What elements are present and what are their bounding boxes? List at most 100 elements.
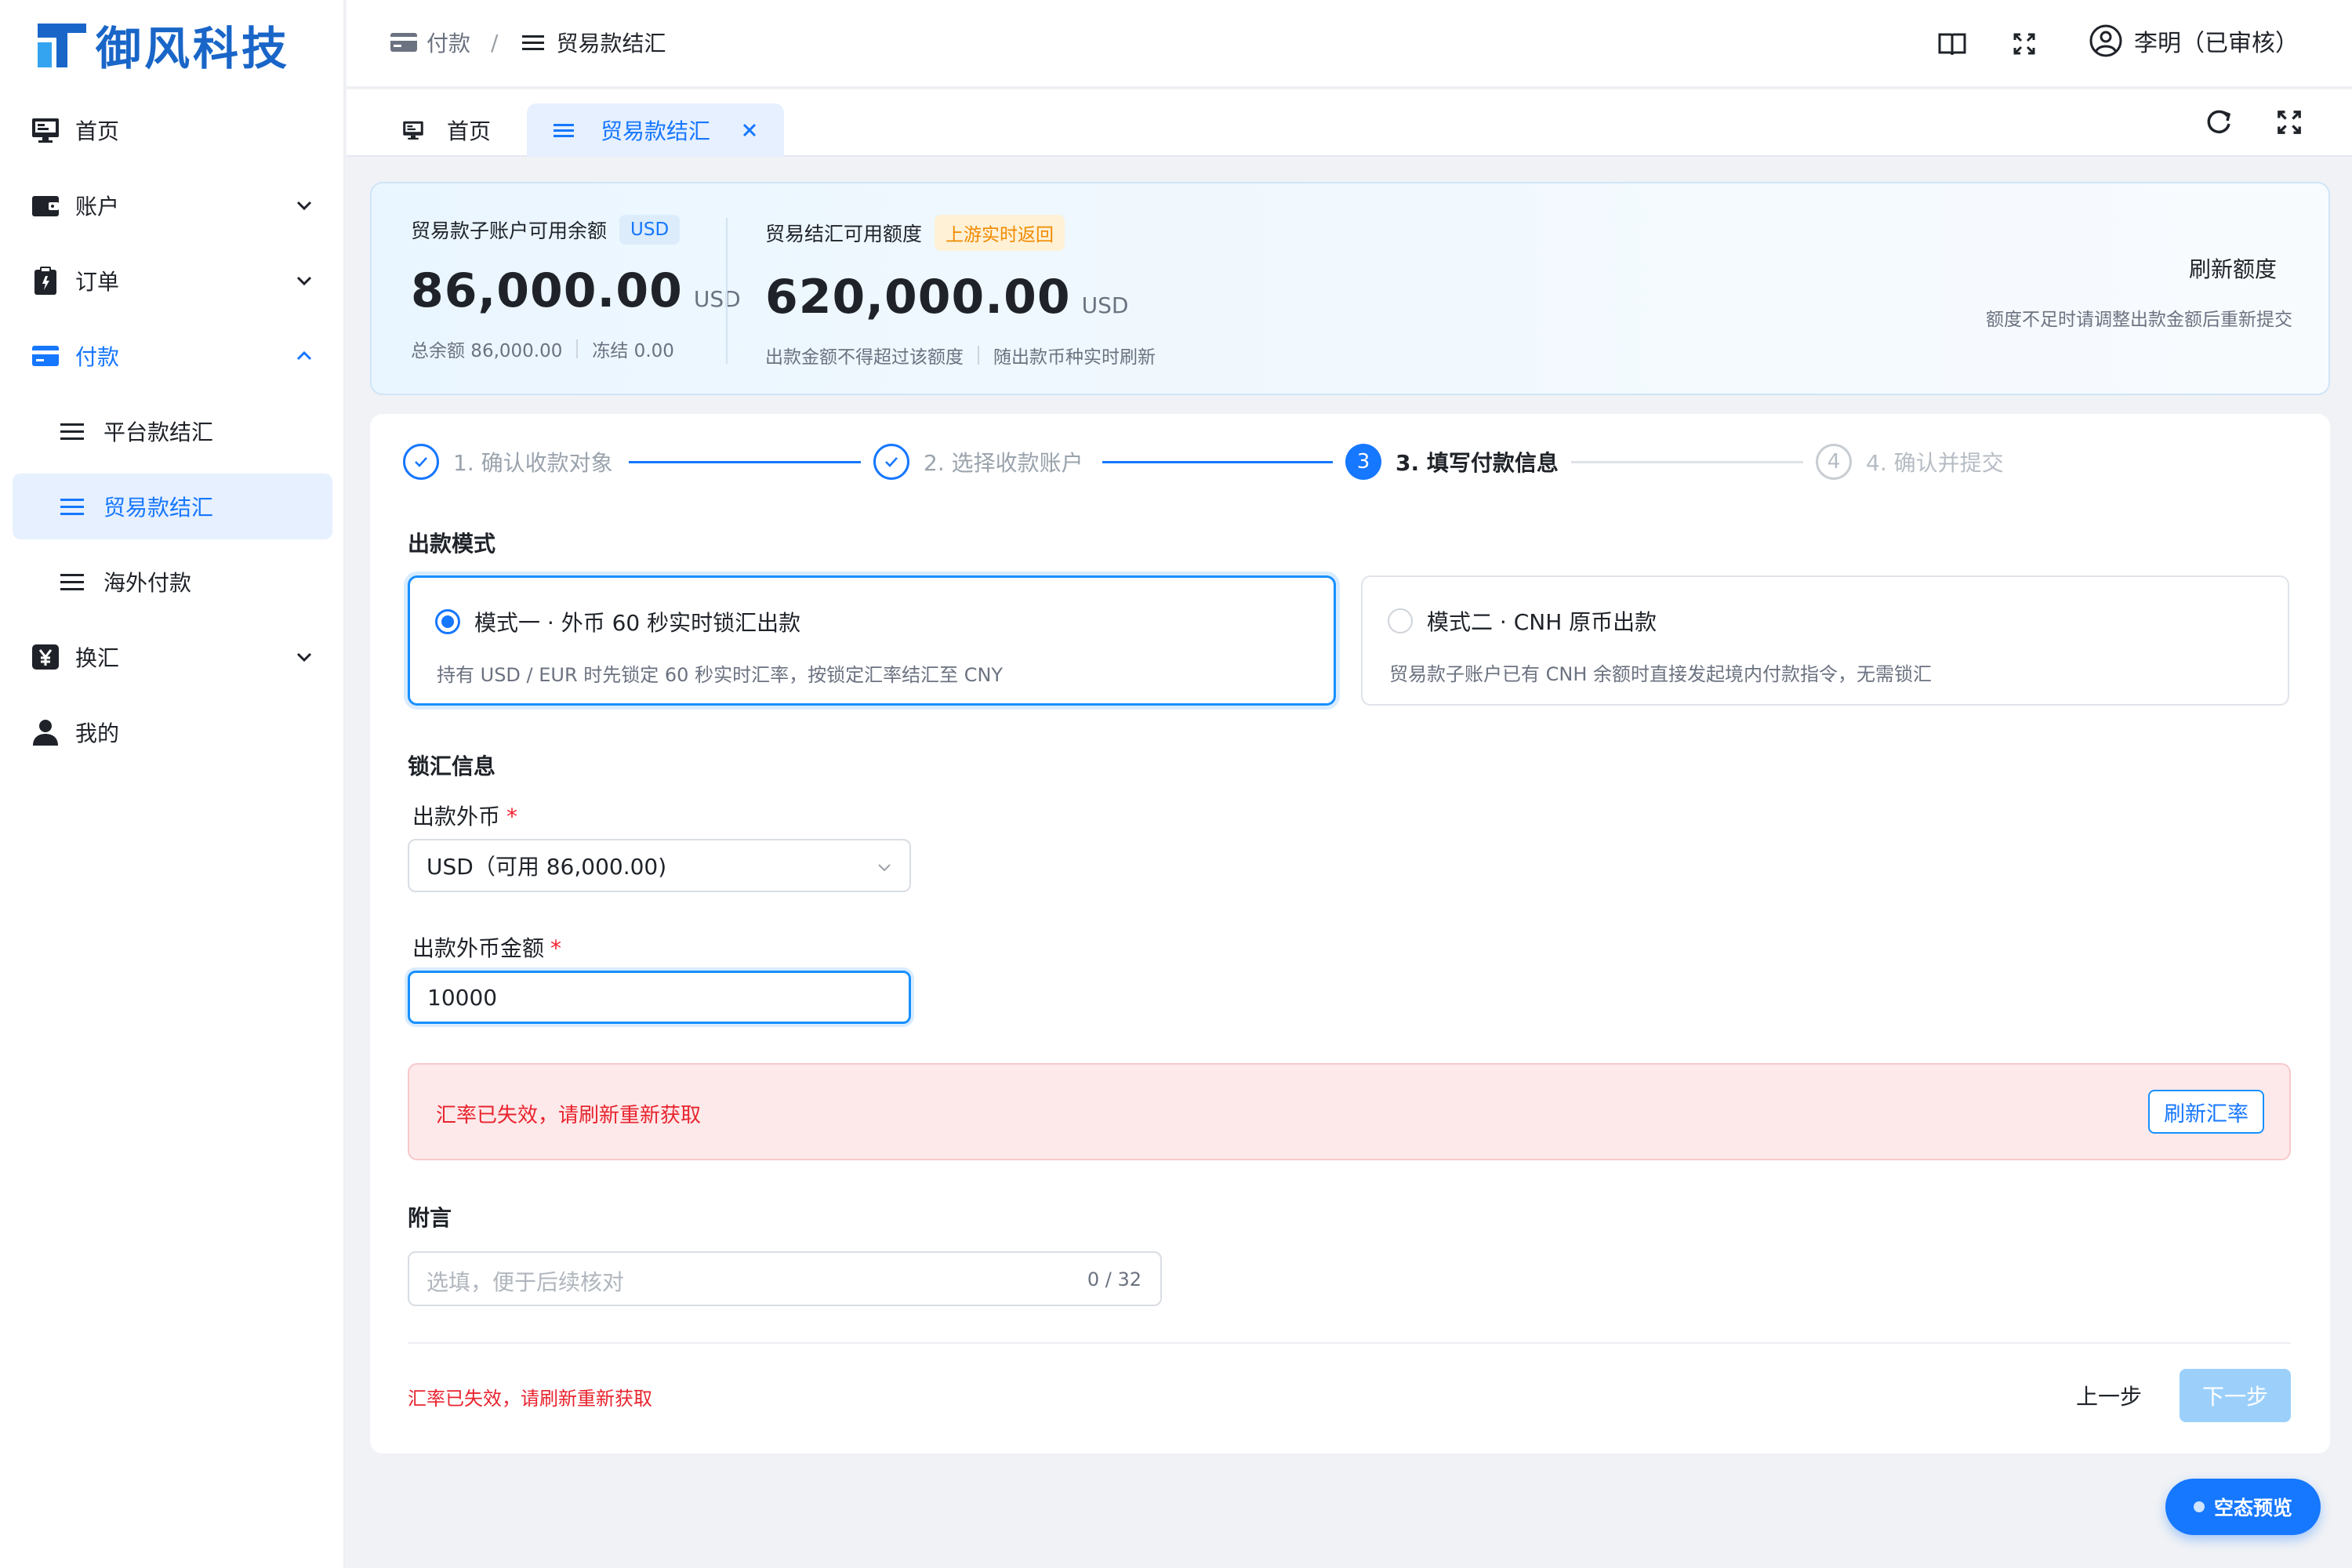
user-name: 李明（已审核） (2134, 30, 2299, 57)
menu-lines-icon (522, 35, 545, 50)
chevron-down-icon (878, 864, 891, 872)
amount-field-label: 出款外币金额 * (412, 931, 561, 963)
fullscreen-icon[interactable] (2272, 105, 2307, 140)
mode-title: 模式一 · 外币 60 秒实时锁汇出款 (474, 610, 801, 636)
sub-account-currency: USD (693, 286, 741, 312)
chevron-down-icon (296, 201, 312, 211)
quota-label-row: 贸易结汇可用额度 上游实时返回 (765, 215, 1156, 251)
radio-unchecked[interactable] (1388, 608, 1413, 633)
sidebar-item-platform-settlement[interactable]: 平台款结汇 (13, 398, 332, 464)
sidebar-item-overseas-payment[interactable]: 海外付款 (13, 549, 332, 615)
sidebar-item-mine[interactable]: 我的 (13, 699, 332, 765)
remark-input[interactable]: 选填，便于后续核对 0 / 32 (408, 1251, 1162, 1306)
field-label-text: 出款外币 (412, 804, 501, 829)
settlement-quota: 贸易结汇可用额度 上游实时返回 620,000.00 USD 出款金额不得超过该… (765, 215, 1156, 368)
step-connector (1102, 461, 1333, 463)
mode-option-fx-lock[interactable]: 模式一 · 外币 60 秒实时锁汇出款 持有 USD / EUR 时先锁定 60… (408, 575, 1336, 706)
close-icon[interactable] (739, 119, 760, 141)
amount-input-value: 10000 (427, 984, 498, 1011)
divider (576, 339, 579, 358)
brand-logo[interactable]: 御风科技 (36, 17, 290, 75)
step-label: 3. 填写付款信息 (1396, 450, 1559, 476)
credit-card-icon (390, 33, 417, 52)
total-balance: 总余额 86,000.00 (411, 341, 563, 361)
logo-mark-icon (38, 24, 86, 67)
sub-account-amount: 86,000.00 (411, 263, 683, 318)
divider (978, 346, 979, 365)
fullscreen-icon[interactable] (2009, 28, 2040, 60)
user-menu[interactable]: 李明（已审核） (2089, 24, 2299, 58)
next-step-button[interactable]: 下一步 (2180, 1369, 2291, 1422)
sidebar-item-trade-settlement[interactable]: 贸易款结汇 (13, 474, 332, 539)
alert-message: 汇率已失效，请刷新重新获取 (436, 1104, 702, 1127)
empty-state-preview-button[interactable]: 空态预览 (2165, 1479, 2321, 1535)
currency-badge: USD (619, 215, 681, 245)
sidebar-item-label: 平台款结汇 (103, 419, 214, 445)
tab-trade-settlement[interactable]: 贸易款结汇 (527, 103, 784, 157)
payout-mode-title: 出款模式 (408, 531, 496, 557)
tab-home[interactable]: 首页 (401, 103, 491, 157)
lock-info-title: 锁汇信息 (408, 753, 496, 779)
sidebar-item-account[interactable]: 账户 (13, 172, 332, 238)
mode-option-cnh[interactable]: 模式二 · CNH 原币出款 贸易款子账户已有 CNH 余额时直接发起境内付款指… (1361, 575, 2289, 706)
sidebar-item-label: 贸易款结汇 (103, 495, 214, 521)
quota-note: 出款金额不得超过该额度 (765, 347, 964, 368)
top-header: 付款 / 贸易款结汇 李明（已审核） (347, 0, 2352, 88)
breadcrumb-separator: / (491, 29, 499, 56)
breadcrumb-item-current: 贸易款结汇 (556, 31, 666, 56)
wallet-icon (32, 196, 59, 216)
sidebar-item-label: 海外付款 (103, 570, 192, 596)
sidebar-item-label: 换汇 (75, 645, 120, 671)
step-3: 3 3. 填写付款信息 (1345, 442, 1559, 481)
amount-input[interactable]: 10000 (408, 971, 911, 1024)
realtime-badge: 上游实时返回 (935, 215, 1065, 251)
previous-step-button[interactable]: 上一步 (2076, 1380, 2142, 1411)
currency-select-value: USD（可用 86,000.00) (426, 854, 667, 880)
tab-bar: 首页 贸易款结汇 (347, 89, 2352, 157)
sidebar-item-orders[interactable]: 订单 (13, 248, 332, 314)
sidebar-item-label: 付款 (75, 344, 120, 370)
required-mark: * (506, 804, 518, 829)
quota-amount-row: 620,000.00 USD (765, 270, 1156, 325)
sidebar-item-home[interactable]: 首页 (13, 97, 332, 163)
dot-icon (2193, 1501, 2205, 1512)
menu-lines-icon (60, 499, 84, 515)
breadcrumb-item-payment[interactable]: 付款 (426, 27, 470, 58)
sidebar-item-label: 订单 (75, 269, 120, 295)
step-number: 3 (1345, 444, 1381, 480)
step-label: 1. 确认收款对象 (453, 450, 613, 476)
field-label-text: 出款外币金额 (412, 935, 545, 961)
radio-checked[interactable] (435, 609, 460, 634)
sidebar-item-exchange[interactable]: 换汇 (13, 624, 332, 690)
mode-title: 模式二 · CNH 原币出款 (1427, 609, 1657, 635)
footer-error-message: 汇率已失效，请刷新重新获取 (408, 1388, 652, 1410)
refresh-quota-button[interactable]: 刷新额度 (2189, 252, 2277, 284)
step-label: 2. 选择收款账户 (924, 450, 1083, 476)
required-mark: * (550, 935, 562, 961)
mode-description: 贸易款子账户已有 CNH 余额时直接发起境内付款指令，无需锁汇 (1389, 663, 1933, 685)
breadcrumb: 付款 / 贸易款结汇 (389, 27, 666, 58)
clipboard-icon (34, 267, 56, 295)
sub-account-details: 总余额 86,000.00 冻结 0.00 (411, 336, 741, 362)
check-icon (403, 444, 439, 480)
chevron-down-icon (296, 652, 312, 662)
step-connector (629, 461, 861, 463)
payment-form-card: 1. 确认收款对象 2. 选择收款账户 3 3. 填写付款信息 4 4. 确认并… (370, 414, 2330, 1454)
quota-note: 随出款币种实时刷新 (993, 347, 1156, 368)
desktop-icon (403, 121, 423, 140)
sidebar-item-label: 首页 (75, 118, 120, 144)
chevron-up-icon (296, 350, 312, 361)
refresh-rate-button[interactable]: 刷新汇率 (2148, 1090, 2264, 1134)
step-connector (1571, 461, 1803, 463)
frozen-balance: 冻结 0.00 (592, 341, 674, 361)
refresh-icon[interactable] (2201, 105, 2236, 140)
currency-field-label: 出款外币 * (412, 800, 517, 831)
menu-lines-icon (60, 574, 84, 590)
balance-panel: 贸易款子账户可用余额 USD 86,000.00 USD 总余额 86,000.… (370, 182, 2330, 395)
step-1: 1. 确认收款对象 (403, 442, 613, 481)
currency-select[interactable]: USD（可用 86,000.00) (408, 839, 911, 892)
sidebar-item-label: 我的 (75, 720, 120, 746)
book-icon[interactable] (1936, 28, 1968, 60)
sidebar-item-payment[interactable]: 付款 (13, 323, 332, 389)
quota-label: 贸易结汇可用额度 (765, 223, 923, 245)
